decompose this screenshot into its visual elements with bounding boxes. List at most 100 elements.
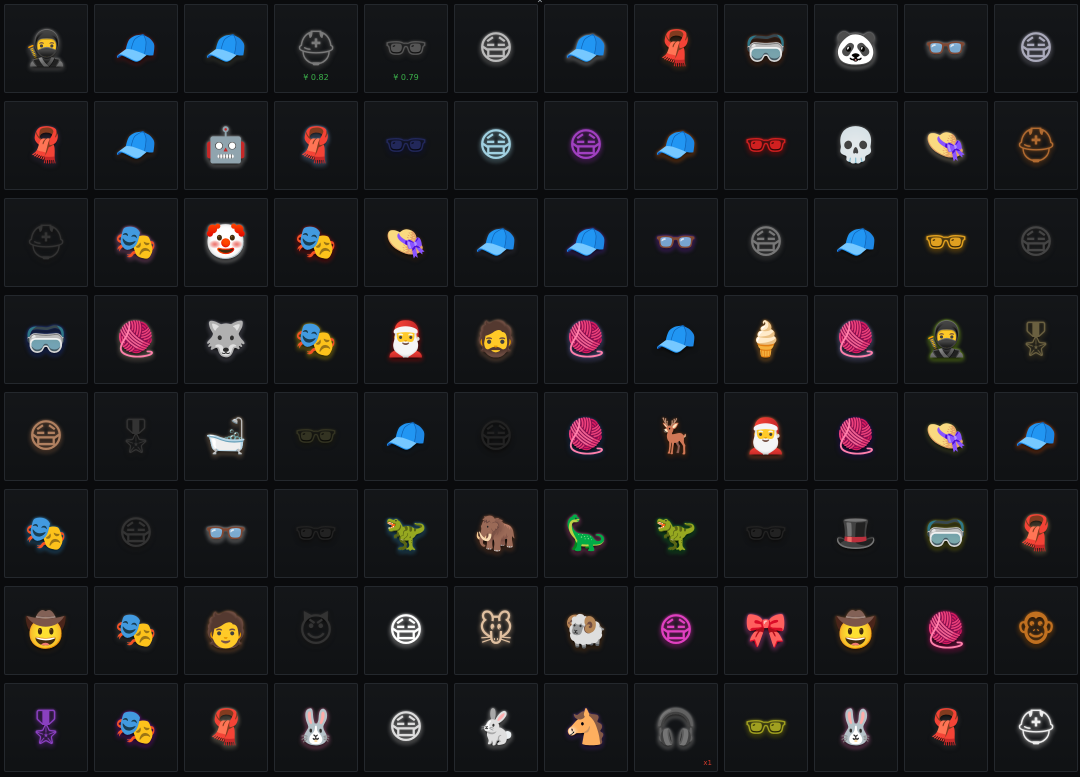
inventory-item[interactable]: 🕶 xyxy=(274,489,358,578)
inventory-item[interactable]: 🛁 xyxy=(184,392,268,481)
inventory-item[interactable]: 🥷 xyxy=(904,295,988,384)
inventory-item[interactable]: 🤠 xyxy=(814,586,898,675)
inventory-item[interactable]: 😷 xyxy=(634,586,718,675)
inventory-item[interactable]: 😷 xyxy=(454,101,538,190)
inventory-item[interactable]: 🕶 xyxy=(724,101,808,190)
inventory-item[interactable]: 👓 xyxy=(634,198,718,287)
inventory-item[interactable]: 😷 xyxy=(994,198,1078,287)
inventory-item[interactable]: 🐺 xyxy=(184,295,268,384)
inventory-item[interactable]: 🎭 xyxy=(94,586,178,675)
inventory-item[interactable]: 🐼 xyxy=(814,4,898,93)
inventory-item[interactable]: 🕶 xyxy=(364,101,448,190)
inventory-item[interactable]: 🐏 xyxy=(544,586,628,675)
inventory-item[interactable]: 😷 xyxy=(4,392,88,481)
inventory-item[interactable]: 🎭 xyxy=(274,198,358,287)
inventory-item[interactable]: ⛑ xyxy=(994,683,1078,772)
inventory-item[interactable]: 🤖 xyxy=(184,101,268,190)
inventory-item[interactable]: 👒 xyxy=(904,392,988,481)
inventory-item[interactable]: 🎅 xyxy=(724,392,808,481)
inventory-item[interactable]: 🐴 xyxy=(544,683,628,772)
inventory-item[interactable]: 🐰 xyxy=(274,683,358,772)
inventory-item[interactable]: 🎭 xyxy=(94,683,178,772)
inventory-item[interactable]: 🦖 xyxy=(364,489,448,578)
inventory-item[interactable]: 😷 xyxy=(454,4,538,93)
inventory-item[interactable]: 😷 xyxy=(94,489,178,578)
horse-mask-icon: 🐴 xyxy=(564,706,608,747)
inventory-item[interactable]: 🕶 ¥ 0.79 xyxy=(364,4,448,93)
inventory-item[interactable]: 😈 xyxy=(274,586,358,675)
inventory-item[interactable]: 🎭 xyxy=(274,295,358,384)
inventory-item[interactable]: 😷 xyxy=(364,683,448,772)
inventory-item[interactable]: 😷 xyxy=(994,4,1078,93)
inventory-item[interactable]: 🎖 xyxy=(94,392,178,481)
inventory-item[interactable]: 🧣 xyxy=(274,101,358,190)
inventory-item[interactable]: 🦖 xyxy=(634,489,718,578)
inventory-item[interactable]: 🧢 xyxy=(364,392,448,481)
inventory-item[interactable]: 👒 xyxy=(904,101,988,190)
inventory-item[interactable]: 🥽 xyxy=(724,4,808,93)
inventory-item[interactable]: 🦕 xyxy=(544,489,628,578)
inventory-item[interactable]: 🎭 xyxy=(94,198,178,287)
inventory-item[interactable]: 🐵 xyxy=(994,586,1078,675)
inventory-item[interactable]: ⛑ xyxy=(994,101,1078,190)
inventory-item[interactable]: 🐇 xyxy=(454,683,538,772)
inventory-item[interactable]: 🧶 xyxy=(814,295,898,384)
inventory-item[interactable]: 🥽 xyxy=(4,295,88,384)
inventory-item[interactable]: 🧣 xyxy=(994,489,1078,578)
inventory-item[interactable]: 🎖 xyxy=(4,683,88,772)
inventory-item[interactable]: 😷 xyxy=(364,586,448,675)
inventory-item[interactable]: 🕶 xyxy=(904,198,988,287)
inventory-item[interactable]: 🧣 xyxy=(634,4,718,93)
inventory-item[interactable]: 🥷 xyxy=(4,4,88,93)
inventory-item[interactable]: 🦌 xyxy=(634,392,718,481)
inventory-item[interactable]: 😷 xyxy=(454,392,538,481)
inventory-item[interactable]: 🎀 xyxy=(724,586,808,675)
inventory-item[interactable]: 🧣 xyxy=(4,101,88,190)
inventory-item[interactable]: 🧶 xyxy=(814,392,898,481)
inventory-item[interactable]: 🧢 xyxy=(544,4,628,93)
inventory-item[interactable]: 🧢 xyxy=(94,4,178,93)
inventory-item[interactable]: 🧢 xyxy=(994,392,1078,481)
inventory-item[interactable]: 🕶 xyxy=(274,392,358,481)
inventory-item[interactable]: ⛑ ¥ 0.82 xyxy=(274,4,358,93)
inventory-item[interactable]: 🎅 xyxy=(364,295,448,384)
inventory-item[interactable]: 🕶 xyxy=(724,683,808,772)
inventory-item[interactable]: 🎩 xyxy=(814,489,898,578)
inventory-item[interactable]: 🧢 xyxy=(184,4,268,93)
inventory-item[interactable]: 😷 xyxy=(544,101,628,190)
inventory-item[interactable]: 🐭 xyxy=(454,586,538,675)
inventory-item[interactable]: ⛑ xyxy=(4,198,88,287)
inventory-item[interactable]: 🐰 xyxy=(814,683,898,772)
inventory-item[interactable]: 💀 xyxy=(814,101,898,190)
inventory-item[interactable]: 🧢 xyxy=(94,101,178,190)
inventory-item[interactable]: 🎖 xyxy=(994,295,1078,384)
goggles-icon: 🥽 xyxy=(744,27,788,68)
inventory-item[interactable]: 👓 xyxy=(184,489,268,578)
inventory-item[interactable]: 🧢 xyxy=(544,198,628,287)
inventory-item[interactable]: 🧶 xyxy=(544,392,628,481)
inventory-item[interactable]: 🧣 xyxy=(904,683,988,772)
inventory-item[interactable]: 🧢 xyxy=(634,295,718,384)
inventory-item[interactable]: 🧢 xyxy=(814,198,898,287)
inventory-item[interactable]: 👓 xyxy=(904,4,988,93)
inventory-item[interactable]: 😷 xyxy=(724,198,808,287)
inventory-item[interactable]: 🍦 xyxy=(724,295,808,384)
inventory-item[interactable]: 🧢 xyxy=(634,101,718,190)
inventory-item[interactable]: 🦣 xyxy=(454,489,538,578)
inventory-item[interactable]: 🤡 xyxy=(184,198,268,287)
inventory-item[interactable]: 🧔 xyxy=(454,295,538,384)
inventory-item[interactable]: 🧣 xyxy=(184,683,268,772)
inventory-item[interactable]: 🧑 xyxy=(184,586,268,675)
inventory-item[interactable]: 🧶 xyxy=(544,295,628,384)
inventory-item[interactable]: 🥽 xyxy=(904,489,988,578)
inventory-item[interactable]: 👒 xyxy=(364,198,448,287)
cap-icon: 🧢 xyxy=(564,221,608,262)
inventory-item[interactable]: 🎧 x1 xyxy=(634,683,718,772)
tactical-mask-icon: 🎭 xyxy=(114,609,158,650)
inventory-item[interactable]: 🧶 xyxy=(94,295,178,384)
inventory-item[interactable]: 🧶 xyxy=(904,586,988,675)
inventory-item[interactable]: 🤠 xyxy=(4,586,88,675)
inventory-item[interactable]: 🎭 xyxy=(4,489,88,578)
inventory-item[interactable]: 🧢 xyxy=(454,198,538,287)
inventory-item[interactable]: 🕶 xyxy=(724,489,808,578)
